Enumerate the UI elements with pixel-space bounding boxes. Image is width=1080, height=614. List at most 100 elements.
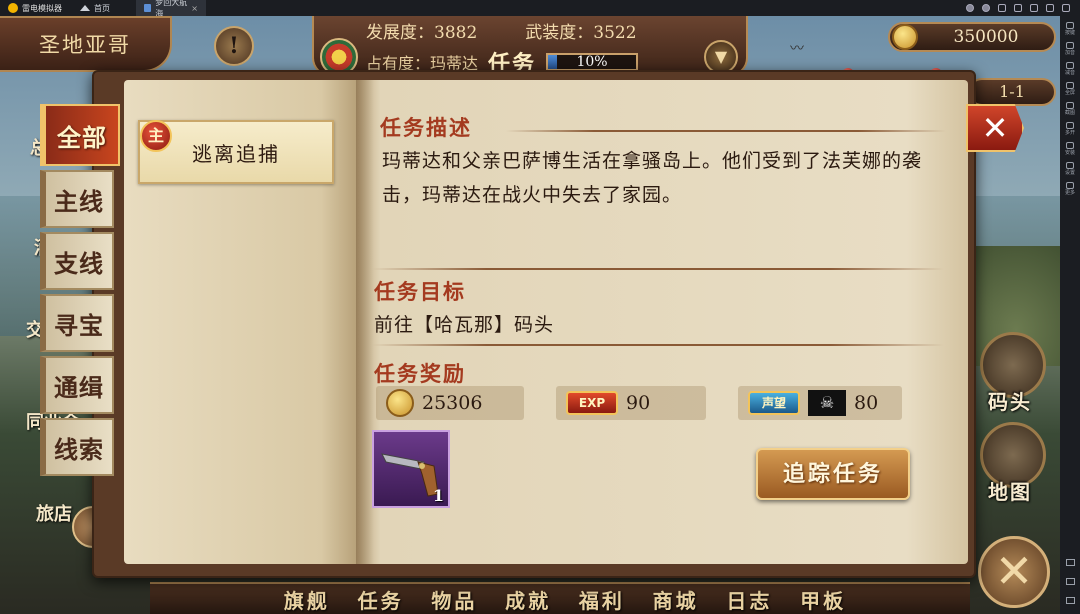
armament-stat: 武装度：3522 — [525, 23, 637, 43]
more-icon — [1065, 182, 1074, 189]
mail-icon[interactable] — [998, 4, 1006, 12]
game-tab-icon — [144, 4, 152, 12]
scissors-icon — [1065, 102, 1074, 109]
dock-label: 码头 — [988, 390, 1032, 414]
quest-target: 前往【哈瓦那】码头 — [374, 314, 555, 336]
tab-main[interactable]: 主线 — [40, 170, 114, 228]
exp-badge-icon: EXP — [566, 391, 618, 415]
development-stat: 发展度：3882 — [366, 23, 478, 43]
android-nav — [1065, 559, 1075, 604]
sidebar-keymap[interactable]: 按键 — [1065, 22, 1075, 36]
reward-exp: EXP 90 — [556, 386, 706, 420]
account-icon[interactable] — [982, 4, 990, 12]
pirate-skull-icon: ☠ — [808, 390, 846, 416]
divider — [372, 268, 944, 270]
emulator-tab-game[interactable]: 梦回大航海 × — [136, 0, 206, 18]
apk-icon — [1065, 142, 1074, 149]
tab-side[interactable]: 支线 — [40, 232, 114, 290]
location-name: 圣地亚哥 — [39, 33, 131, 57]
nav-flagship[interactable]: 旗舰 — [284, 585, 330, 614]
tab-treasure[interactable]: 寻宝 — [40, 294, 114, 352]
item-count: 1 — [432, 486, 444, 505]
emulator-logo-icon — [8, 3, 18, 13]
home-icon — [80, 5, 90, 11]
reward-reputation-amount: 80 — [854, 392, 879, 414]
recent-apps-icon[interactable] — [1065, 597, 1075, 604]
sail-out-button[interactable]: ✕ — [978, 536, 1050, 608]
tab-all[interactable]: 全部 — [40, 104, 120, 166]
back-icon[interactable] — [1065, 559, 1075, 566]
quest-description: 玛蒂达和父亲巴萨博生活在拿骚岛上。他们受到了法芙娜的袭击，玛蒂达在战火中失去了家… — [382, 150, 923, 206]
close-window-icon[interactable] — [1062, 4, 1070, 12]
reward-reputation: 声望 ☠ 80 — [738, 386, 902, 420]
emulator-tab-home[interactable]: 首页 — [72, 0, 136, 16]
nav-welfare[interactable]: 福利 — [579, 585, 625, 614]
multi-window-icon — [1065, 122, 1074, 129]
crossed-swords-icon: ✕ — [994, 544, 1034, 598]
seagull-icon: 〰 — [790, 41, 804, 57]
alert-button[interactable]: ! — [214, 26, 254, 66]
city-stats-panel: 发展度：3882 武装度：3522 占有度：玛蒂达 任务 10% ▼ — [312, 16, 748, 77]
close-panel-button[interactable]: ✕ — [966, 104, 1024, 152]
location-plate[interactable]: 圣地亚哥 — [0, 16, 172, 72]
emulator-brand: 雷电模拟器 — [0, 0, 72, 16]
sidebar-multi[interactable]: 多开 — [1065, 122, 1075, 136]
emulator-brand-label: 雷电模拟器 — [22, 3, 62, 13]
quest-category-tabs: 全部 主线 支线 寻宝 通缉 线索 — [40, 104, 124, 476]
sidebar-fullscreen[interactable]: 全屏 — [1065, 82, 1075, 96]
sidebar-more[interactable]: 更多 — [1065, 182, 1075, 196]
volume-up-icon — [1065, 42, 1074, 49]
gold-counter[interactable]: 350000 — [888, 22, 1056, 52]
home-nav-icon[interactable] — [1065, 578, 1075, 585]
nav-deck[interactable]: 甲板 — [800, 585, 846, 614]
exclamation-icon: ! — [229, 33, 239, 59]
emulator-titlebar: 雷电模拟器 首页 梦回大航海 × — [0, 0, 1080, 18]
quest-title: 逃离追捕 — [192, 141, 280, 166]
nav-missions[interactable]: 任务 — [358, 585, 404, 614]
sidebar-install[interactable]: 安装 — [1065, 142, 1075, 156]
sidebar-volume-down[interactable]: 减音 — [1065, 62, 1075, 76]
description-heading: 任务描述 — [380, 115, 472, 140]
divider — [372, 344, 944, 346]
emulator-tab-label: 首页 — [94, 3, 110, 13]
maximize-icon[interactable] — [1046, 4, 1054, 12]
tab-wanted[interactable]: 通缉 — [40, 356, 114, 414]
volume-down-icon — [1065, 62, 1074, 69]
menu-icon[interactable] — [1014, 4, 1022, 12]
target-heading: 任务目标 — [374, 279, 466, 304]
keyboard-icon — [1065, 22, 1074, 29]
sidebar-settings[interactable]: 设置 — [1065, 162, 1075, 176]
gamepad-icon[interactable] — [966, 4, 974, 12]
level-indicator[interactable]: 1-1 — [968, 78, 1056, 106]
tab-clues[interactable]: 线索 — [40, 418, 114, 476]
window-controls — [966, 4, 1080, 12]
sidebar-volume-up[interactable]: 加音 — [1065, 42, 1075, 56]
reward-heading: 任务奖励 — [374, 361, 466, 386]
main-quest-badge: 主 — [140, 120, 172, 152]
mission-progress-bar: 10% — [546, 53, 639, 71]
gold-amount: 350000 — [953, 27, 1019, 47]
reward-item-pistol[interactable]: 1 — [372, 430, 450, 508]
reward-gold: 25306 — [376, 386, 524, 420]
divider — [506, 130, 946, 132]
close-tab-icon[interactable]: × — [191, 4, 198, 13]
gold-coin-icon — [892, 24, 918, 50]
reward-gold-amount: 25306 — [422, 392, 483, 414]
reputation-badge-icon: 声望 — [748, 391, 800, 415]
nav-shop[interactable]: 商城 — [653, 585, 699, 614]
nav-log[interactable]: 日志 — [726, 585, 772, 614]
minimize-icon[interactable] — [1030, 4, 1038, 12]
sidebar-screenshot[interactable]: 截图 — [1065, 102, 1075, 116]
gear-icon — [1065, 162, 1074, 169]
emulator-sidebar: 按键 加音 减音 全屏 截图 多开 安装 设置 更多 — [1060, 16, 1080, 614]
fullscreen-icon — [1065, 82, 1074, 89]
gold-coin-icon — [386, 389, 414, 417]
nav-items[interactable]: 物品 — [431, 585, 477, 614]
mission-progress-text: 10% — [576, 54, 608, 70]
nav-achievements[interactable]: 成就 — [505, 585, 551, 614]
shield-icon[interactable]: ▼ — [704, 40, 738, 74]
map-label: 地图 — [988, 480, 1032, 504]
track-quest-button[interactable]: 追踪任务 — [756, 448, 910, 500]
left-menu-label: 旅店 — [36, 504, 72, 525]
reward-exp-amount: 90 — [626, 392, 651, 414]
